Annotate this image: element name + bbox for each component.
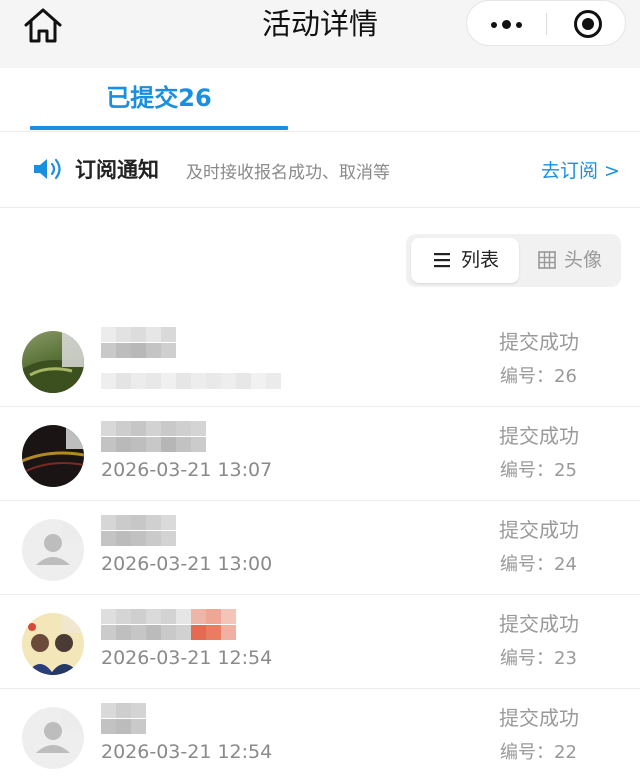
view-option-label: 头像 — [564, 249, 603, 271]
capsule-menu — [466, 0, 626, 46]
submit-time: 2026-03-21 13:07 — [101, 459, 273, 481]
entry-number: 编号：22 — [500, 742, 577, 763]
avatar — [22, 707, 84, 769]
list-item[interactable]: 2026-03-21 12:54 提交成功 编号：23 — [0, 595, 640, 689]
submit-time: 2026-03-21 12:54 — [101, 741, 273, 763]
entry-number: 编号：26 — [500, 366, 577, 387]
tab-submitted[interactable]: 已提交26 — [30, 68, 288, 131]
entry-number: 编号：25 — [500, 460, 577, 481]
avatar — [22, 519, 84, 581]
avatar — [22, 331, 84, 393]
speaker-icon — [34, 158, 61, 180]
list-item[interactable]: 2026-03-21 12:54 提交成功 编号：22 — [0, 689, 640, 783]
entry-number: 编号：24 — [500, 554, 577, 575]
status-text: 提交成功 — [499, 706, 579, 730]
status-text: 提交成功 — [499, 612, 579, 636]
view-option-avatar[interactable]: 头像 — [522, 238, 618, 283]
name-redacted — [101, 327, 177, 359]
name-redacted — [101, 515, 177, 547]
notice-title: 订阅通知 — [75, 158, 159, 182]
name-redacted — [101, 421, 207, 453]
notice-description: 及时接收报名成功、取消等 — [186, 163, 390, 183]
name-redacted — [101, 609, 237, 641]
avatar — [22, 613, 84, 675]
list-item[interactable]: 2026-03-21 13:07 提交成功 编号：25 — [0, 407, 640, 501]
submit-time: 2026-03-21 12:54 — [101, 647, 273, 669]
tab-label: 已提交26 — [106, 84, 212, 112]
entry-number: 编号：23 — [500, 648, 577, 669]
view-option-label: 列表 — [461, 249, 500, 271]
title-bar: 活动详情 — [0, 0, 640, 68]
tab-bar: 已提交26 — [0, 68, 640, 132]
avatar — [22, 425, 84, 487]
list-icon — [434, 253, 450, 268]
more-button[interactable] — [467, 1, 546, 47]
name-redacted — [101, 703, 147, 735]
status-text: 提交成功 — [499, 424, 579, 448]
close-button[interactable] — [547, 1, 627, 47]
tab-underline — [30, 126, 288, 130]
status-text: 提交成功 — [499, 518, 579, 542]
time-redacted — [101, 373, 281, 389]
submit-time: 2026-03-21 13:00 — [101, 553, 273, 575]
subscribe-link[interactable]: 去订阅 > — [541, 156, 620, 183]
subscribe-notice: 订阅通知 及时接收报名成功、取消等 去订阅 > — [0, 132, 640, 208]
grid-icon — [538, 251, 556, 269]
list-item[interactable]: 提交成功 编号：26 — [0, 313, 640, 407]
status-text: 提交成功 — [499, 330, 579, 354]
list-item[interactable]: 2026-03-21 13:00 提交成功 编号：24 — [0, 501, 640, 595]
view-toggle: 列表 头像 — [406, 234, 621, 287]
view-option-list[interactable]: 列表 — [411, 238, 519, 283]
